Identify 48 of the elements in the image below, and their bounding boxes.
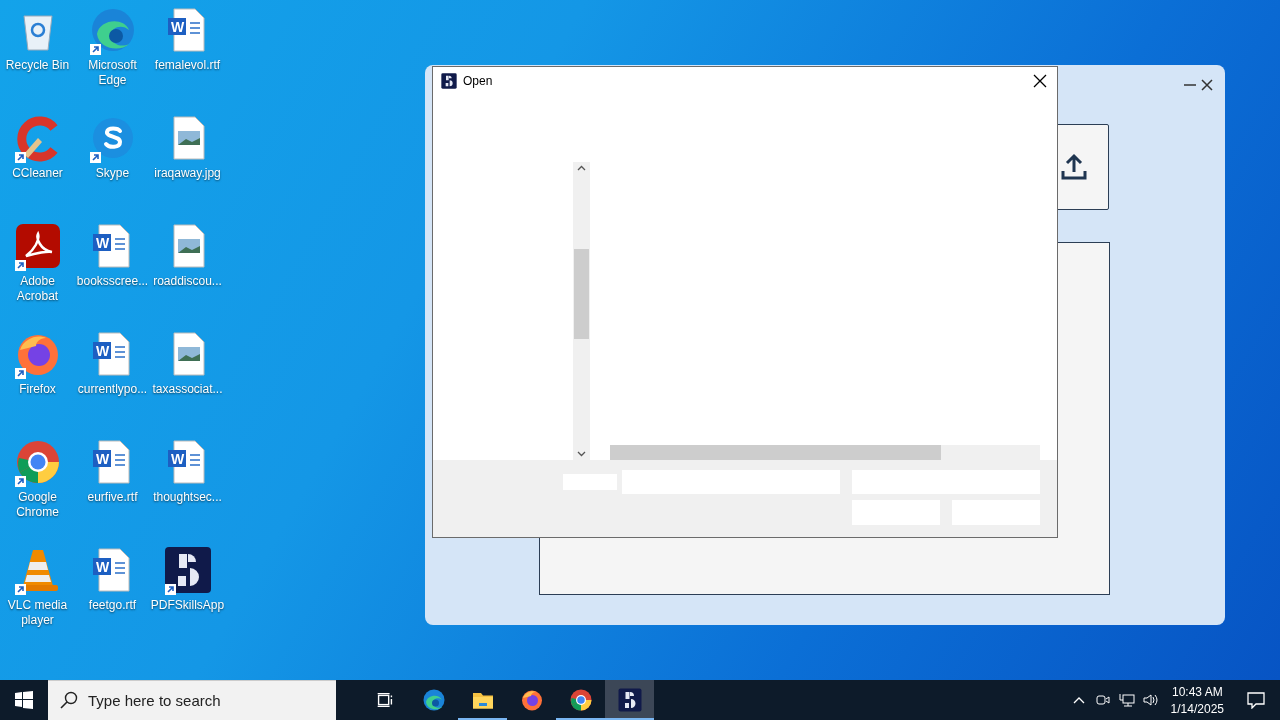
desktop-icon-label[interactable]: roaddiscou... bbox=[150, 274, 225, 289]
search-field[interactable]: Type here to search bbox=[48, 680, 336, 720]
desktop-icon-label[interactable]: Microsoft Edge bbox=[75, 58, 150, 88]
desktop-icon-label[interactable]: iraqaway.jpg bbox=[150, 166, 225, 181]
taskbar-app-button[interactable] bbox=[605, 680, 654, 720]
windows-logo-icon bbox=[15, 691, 33, 709]
desktop-icon-label[interactable]: Google Chrome bbox=[0, 490, 75, 520]
app-logo-icon bbox=[163, 546, 212, 594]
search-icon bbox=[60, 691, 78, 709]
desktop-icon-label[interactable]: feetgo.rtf bbox=[75, 598, 150, 613]
app-logo-icon bbox=[441, 73, 457, 89]
chevron-up-icon bbox=[1072, 696, 1085, 704]
chrome-icon bbox=[568, 688, 593, 712]
horizontal-scrollbar[interactable] bbox=[610, 445, 1040, 460]
camera-icon bbox=[1095, 693, 1110, 707]
dialog-title: Open bbox=[463, 74, 494, 88]
clock-date: 1/14/2025 bbox=[1170, 701, 1224, 716]
desktop-icon-label[interactable]: eurfive.rtf bbox=[75, 490, 150, 505]
speaker-icon bbox=[1142, 693, 1159, 707]
speech-bubble-icon bbox=[1247, 691, 1265, 709]
desktop-icon-label[interactable]: currentlypo... bbox=[75, 382, 150, 397]
scroll-down-icon bbox=[577, 451, 586, 457]
app-logo-icon bbox=[617, 688, 642, 712]
close-icon bbox=[1033, 74, 1047, 88]
clock-time: 10:43 AM bbox=[1171, 684, 1223, 699]
desktop-icon-label[interactable]: booksscree... bbox=[75, 274, 150, 289]
desktop-icon-label[interactable]: femalevol.rtf bbox=[150, 58, 225, 73]
desktop-icon-label[interactable]: taxassociat... bbox=[150, 382, 225, 397]
scroll-up-icon bbox=[577, 165, 586, 171]
desktop-icon-label[interactable]: Skype bbox=[75, 166, 150, 181]
scrollbar-thumb[interactable] bbox=[610, 445, 941, 460]
browser-icon bbox=[421, 688, 446, 712]
desktop-icon-label[interactable]: VLC media player bbox=[0, 598, 75, 628]
desktop-icon-label[interactable]: PDFSkillsApp bbox=[150, 598, 225, 613]
firefox-icon bbox=[519, 688, 544, 712]
vertical-scrollbar[interactable] bbox=[573, 162, 590, 460]
desktop-icon-label[interactable]: Adobe Acrobat bbox=[0, 274, 75, 304]
close-icon bbox=[1201, 79, 1213, 91]
scrollbar-thumb[interactable] bbox=[574, 249, 589, 339]
clock[interactable]: 10:43 AM 1/14/2025 bbox=[1162, 684, 1232, 716]
upload-icon bbox=[1060, 153, 1088, 181]
desktop-icon-label[interactable]: CCleaner bbox=[0, 166, 75, 181]
close-button[interactable] bbox=[1199, 77, 1215, 93]
desktop-icon-label[interactable]: thoughtsec... bbox=[150, 490, 225, 505]
network-icon bbox=[1118, 693, 1135, 707]
pdf-reader-icon bbox=[13, 222, 62, 270]
desktop-icon-label[interactable]: Firefox bbox=[0, 382, 75, 397]
desktop-icon-label[interactable]: Recycle Bin bbox=[0, 58, 75, 73]
